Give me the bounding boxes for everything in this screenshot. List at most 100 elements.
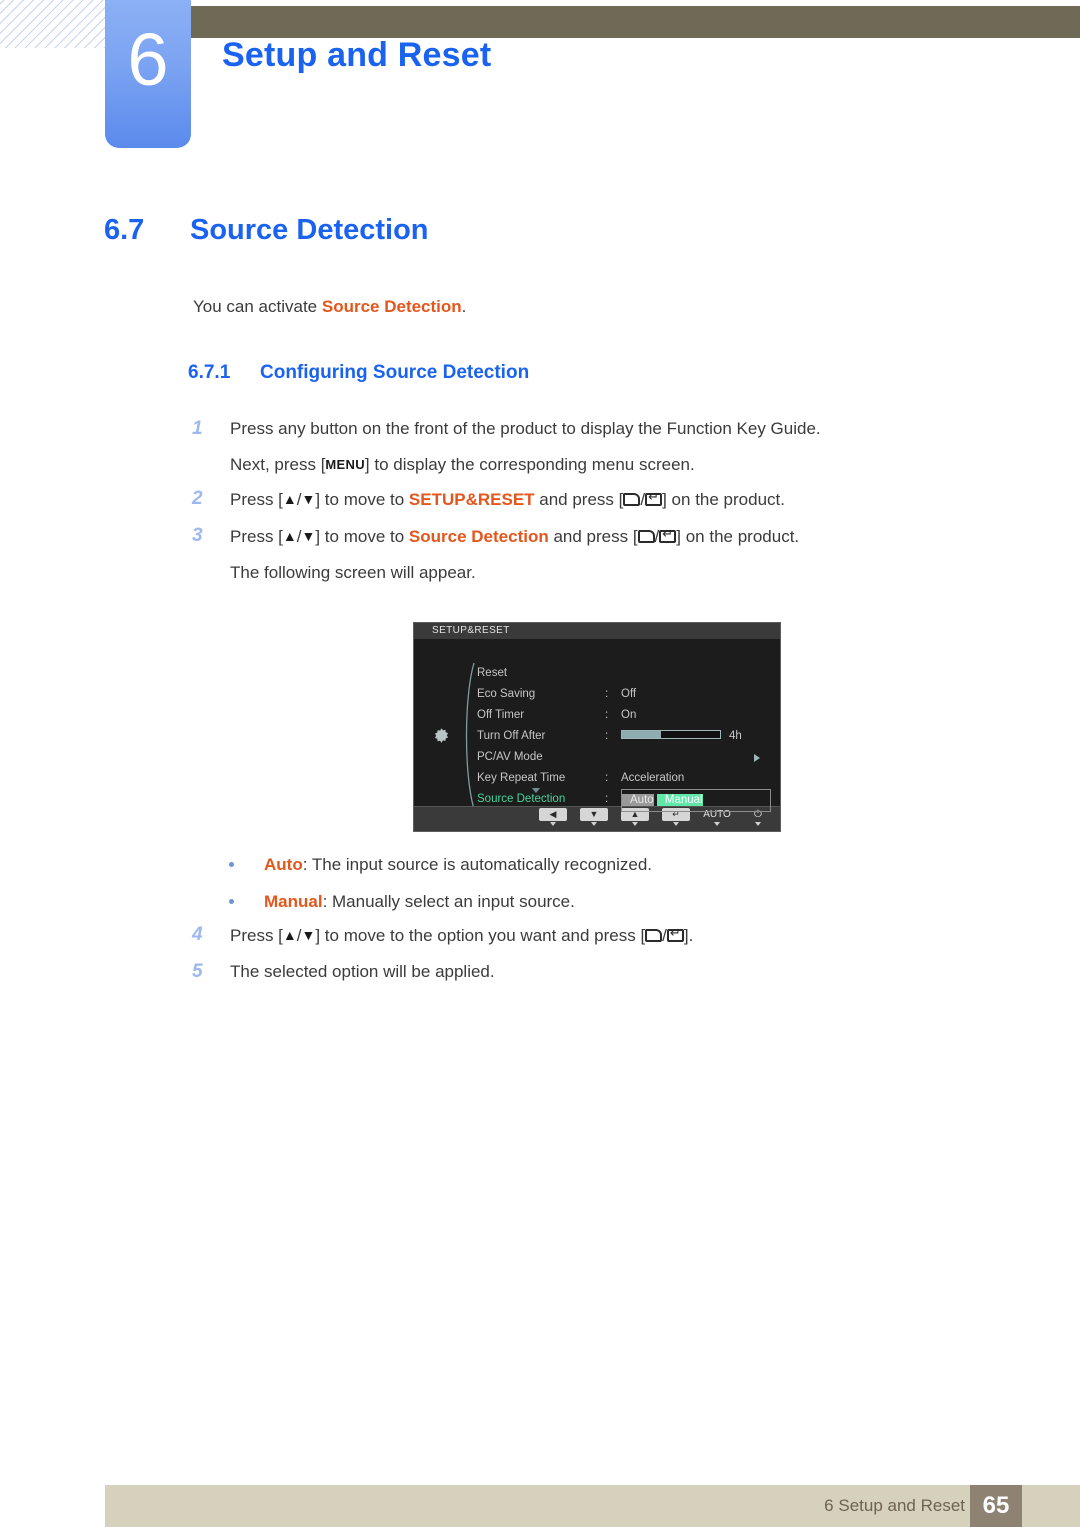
gear-icon	[432, 727, 451, 746]
substep-text-before: Next, press [	[230, 455, 326, 474]
step-number: 3	[192, 525, 203, 546]
up-arrow-icon: ▲	[282, 927, 297, 943]
step-number: 5	[192, 961, 203, 982]
osd-row-eco-saving[interactable]: Eco Saving: Off	[477, 684, 774, 705]
down-arrow-icon: ▼	[580, 808, 608, 821]
step-2-text-c: and press [	[534, 490, 624, 509]
section-number: 6.7	[104, 214, 145, 246]
intro-text-after: .	[461, 297, 467, 316]
step-2-target-menu: SETUP&RESET	[408, 490, 535, 509]
step-4-text-c: ].	[683, 926, 694, 945]
source-key-icon	[645, 929, 663, 942]
dropdown-option-manual[interactable]: Manual	[656, 794, 703, 806]
bullet-description: : The input source is automatically reco…	[302, 855, 653, 874]
osd-row-off-timer[interactable]: Off Timer: On	[477, 705, 774, 726]
step-3-text-b: ] to move to	[315, 527, 409, 546]
up-arrow-icon: ▲	[282, 491, 297, 507]
bullet-auto: Auto: The input source is automatically …	[222, 846, 922, 883]
osd-row-label: PC/AV Mode	[477, 751, 543, 763]
enter-key-icon	[645, 490, 663, 506]
osd-row-value: On	[621, 709, 637, 721]
step-4: 4 Press [▲/▼] to move to the option you …	[190, 918, 930, 953]
chevron-right-icon	[754, 754, 760, 762]
substep-text-after: ] to display the corresponding menu scre…	[364, 455, 695, 474]
source-key-icon	[623, 493, 641, 506]
step-3-text-c: and press [	[548, 527, 638, 546]
turn-off-after-slider[interactable]	[621, 730, 721, 739]
osd-row-colon: :	[605, 772, 609, 784]
step-3-substep: The following screen will appear.	[230, 563, 476, 582]
button-indicator-icon	[755, 822, 761, 826]
step-3-target-menu: Source Detection	[408, 527, 549, 546]
menu-key-icon: MENU	[325, 457, 365, 472]
button-indicator-icon	[591, 822, 597, 826]
osd-row-value: Off	[621, 688, 637, 700]
step-2-text-b: ] to move to	[315, 490, 409, 509]
step-4-text-a: Press [	[230, 926, 283, 945]
subsection-title: Configuring Source Detection	[260, 362, 530, 383]
step-number: 2	[192, 488, 203, 509]
osd-row-label: Key Repeat Time	[477, 772, 566, 784]
chapter-title: Setup and Reset	[222, 36, 492, 74]
header-bar	[186, 6, 1080, 38]
instruction-steps-top: 1 Press any button on the front of the p…	[190, 412, 930, 590]
footer-chapter-label: 6 Setup and Reset	[824, 1496, 965, 1515]
page-number: 65	[970, 1485, 1022, 1527]
section-title: Source Detection	[190, 214, 429, 246]
osd-row-value: 4h	[729, 730, 742, 742]
osd-row-pc-av-mode[interactable]: PC/AV Mode	[477, 747, 774, 768]
button-indicator-icon	[714, 822, 720, 826]
down-arrow-icon: ▼	[301, 927, 316, 943]
step-2-text-d: ] on the product.	[662, 490, 785, 509]
enter-key-icon	[666, 926, 684, 942]
instruction-steps-bottom: 4 Press [▲/▼] to move to the option you …	[190, 918, 930, 991]
step-2-text-a: Press [	[230, 490, 283, 509]
bullet-manual: Manual: Manually select an input source.	[222, 883, 922, 920]
dropdown-option-auto[interactable]: Auto	[622, 794, 654, 806]
step-5: 5 The selected option will be applied.	[190, 955, 930, 989]
osd-row-turn-off-after[interactable]: Turn Off After: 4h	[477, 726, 774, 747]
osd-row-colon: :	[605, 709, 609, 721]
scroll-down-indicator-icon	[532, 788, 540, 793]
step-1-substep: Next, press [MENU] to display the corres…	[190, 448, 930, 482]
source-detection-dropdown[interactable]: Auto Manual	[621, 789, 771, 812]
osd-row-label: Reset	[477, 667, 508, 679]
osd-row-key-repeat-time[interactable]: Key Repeat Time: Acceleration	[477, 768, 774, 789]
osd-button-left[interactable]: ◀	[539, 808, 567, 826]
section-heading: 6.7 Source Detection	[104, 214, 429, 247]
step-4-text-b: ] to move to the option you want and pre…	[315, 926, 646, 945]
button-indicator-icon	[550, 822, 556, 826]
down-arrow-icon: ▼	[301, 491, 316, 507]
chapter-number-tab: 6	[105, 0, 191, 148]
osd-row-label: Turn Off After	[477, 730, 546, 742]
subsection-number: 6.7.1	[188, 362, 231, 383]
up-arrow-icon: ▲	[282, 528, 297, 544]
option-bullet-list: Auto: The input source is automatically …	[222, 846, 922, 920]
intro-highlight-term: Source Detection	[321, 297, 462, 316]
osd-row-reset[interactable]: Reset	[477, 663, 774, 684]
button-indicator-icon	[632, 822, 638, 826]
source-key-icon	[637, 530, 655, 543]
osd-row-colon: :	[605, 688, 609, 700]
osd-row-colon: :	[605, 730, 609, 742]
osd-title-bar: SETUP&RESET	[414, 623, 780, 639]
down-arrow-icon: ▼	[301, 528, 316, 544]
step-number: 1	[192, 418, 203, 439]
osd-menu-screenshot: SETUP&RESET Reset Eco Saving: Off Off Tim…	[413, 622, 781, 832]
menu-group-bracket	[460, 661, 478, 811]
section-intro: You can activate Source Detection.	[193, 297, 466, 317]
bullet-description: : Manually select an input source.	[322, 892, 575, 911]
subsection-heading: 6.7.1 Configuring Source Detection	[188, 362, 529, 384]
step-3-text-d: ] on the product.	[676, 527, 800, 546]
step-1-text: Press any button on the front of the pro…	[230, 419, 821, 438]
step-3-text-a: Press [	[230, 527, 283, 546]
corner-hatch-decoration	[0, 0, 105, 48]
button-indicator-icon	[673, 822, 679, 826]
osd-row-value: Acceleration	[621, 772, 685, 784]
left-arrow-icon: ◀	[539, 808, 567, 821]
step-2: 2 Press [▲/▼] to move to SETUP&RESET and…	[190, 482, 930, 517]
osd-button-down[interactable]: ▼	[580, 808, 608, 826]
osd-row-label: Off Timer	[477, 709, 525, 721]
step-1: 1 Press any button on the front of the p…	[190, 412, 930, 446]
enter-key-icon	[659, 527, 677, 543]
